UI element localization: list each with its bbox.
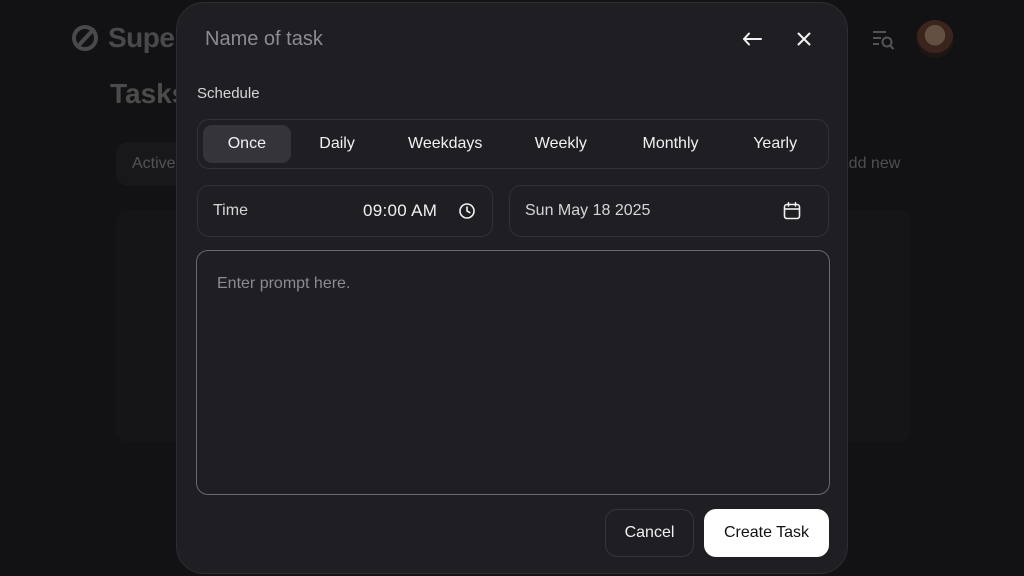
cancel-button[interactable]: Cancel [605,509,694,557]
tab-yearly[interactable]: Yearly [726,125,824,163]
tab-active-label: Active [132,155,176,172]
tab-daily[interactable]: Daily [291,125,384,163]
tab-monthly[interactable]: Monthly [615,125,727,163]
close-button[interactable] [788,23,820,55]
date-field[interactable]: Sun May 18 2025 [509,185,829,237]
time-label: Time [213,202,248,219]
avatar [916,20,954,58]
create-task-button[interactable]: Create Task [704,509,829,557]
app-logo: Super [70,22,185,54]
calendar-icon[interactable] [782,201,802,221]
time-field[interactable]: Time 09:00 AM [197,185,493,237]
close-icon [797,32,811,46]
create-task-modal: Schedule Once Daily Weekdays Weekly Mont… [176,2,848,574]
arrow-left-icon [743,32,762,46]
schedule-tabs: Once Daily Weekdays Weekly Monthly Yearl… [197,119,829,169]
prompt-textarea[interactable] [196,250,830,495]
time-value[interactable]: 09:00 AM [363,201,447,221]
tab-weekly[interactable]: Weekly [507,125,615,163]
back-button[interactable] [736,23,768,55]
clock-icon[interactable] [458,202,476,220]
task-name-input[interactable] [205,25,725,53]
search-list-icon [873,31,895,50]
tab-weekdays[interactable]: Weekdays [383,125,507,163]
logo-text: Super [108,22,185,53]
schedule-label: Schedule [197,85,260,102]
logo-icon [72,25,98,51]
tab-once[interactable]: Once [203,125,291,163]
date-value: Sun May 18 2025 [525,202,651,219]
